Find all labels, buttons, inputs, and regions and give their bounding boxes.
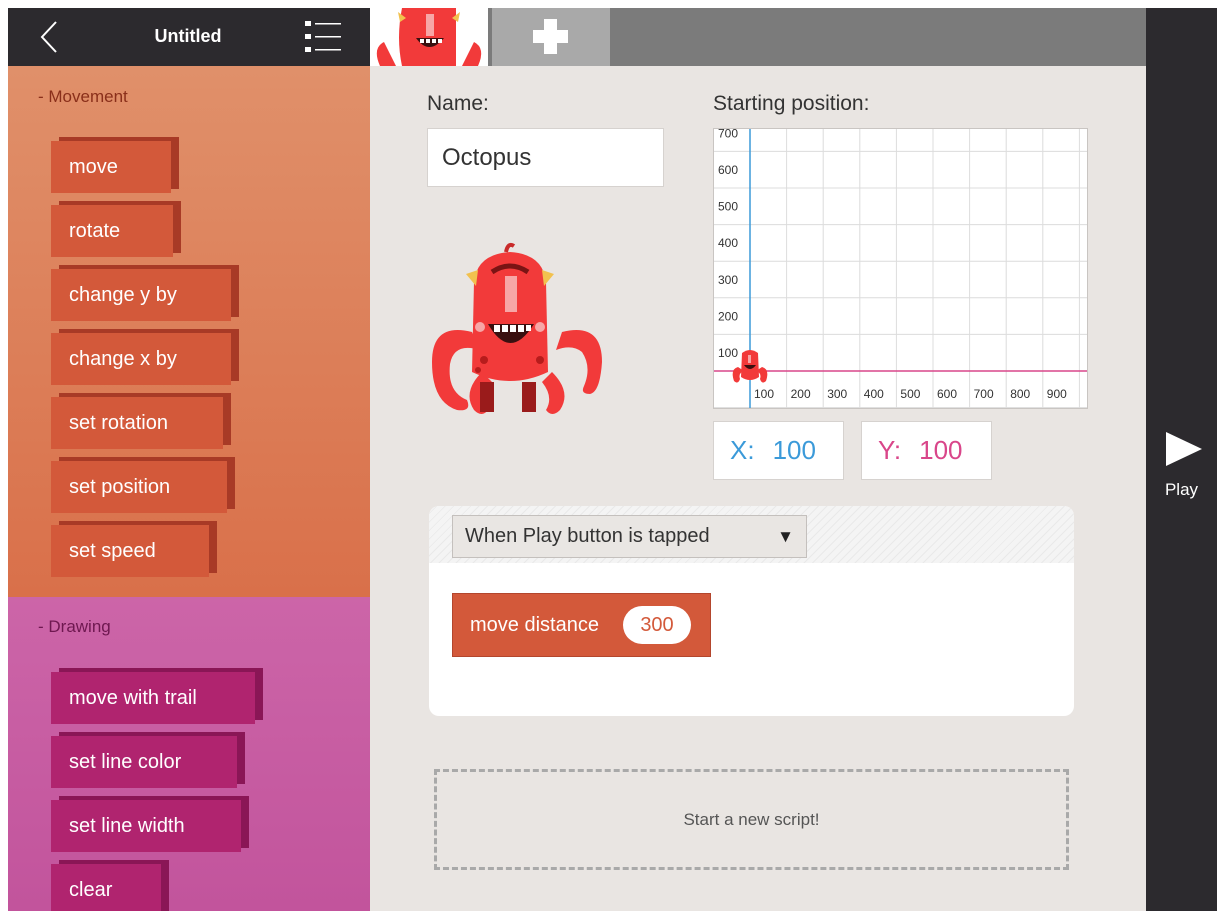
x-label: X: [730,435,755,465]
block-set-line-color[interactable]: set line color [51,736,237,788]
play-label: Play [1164,480,1199,499]
menu-button[interactable] [305,19,343,55]
x-tick-label: 100 [754,387,774,401]
play-button[interactable]: Play [1146,426,1217,506]
block-rotate[interactable]: rotate [51,205,173,257]
movement-section: - Movement move rotate change y by chang… [8,66,370,597]
block-set-speed[interactable]: set speed [51,525,209,577]
drawing-section-title[interactable]: - Drawing [38,617,111,637]
block-palette: - Movement move rotate change y by chang… [8,66,370,911]
y-value: 100 [919,435,963,465]
x-tick-label: 200 [791,387,811,401]
x-tick-label: 300 [827,387,847,401]
block-move-with-trail[interactable]: move with trail [51,672,255,724]
starting-position-grid[interactable]: 700 600 500 400 300 200 100 100 200 300 400 500 600 7… [713,128,1088,409]
movement-section-title[interactable]: - Movement [38,87,128,107]
sprite-preview-image [422,242,612,420]
x-tick-label: 500 [900,387,920,401]
x-coordinate-field[interactable]: X: 100 [713,421,844,480]
block-change-x-by[interactable]: change x by [51,333,231,385]
script-header: When Play button is tapped ▼ [429,506,1074,563]
x-value: 100 [772,435,816,465]
move-distance-label: move distance [470,614,599,636]
y-tick-label: 300 [718,273,738,287]
y-tick-label: 100 [718,346,738,360]
block-set-rotation[interactable]: set rotation [51,397,223,449]
block-move[interactable]: move [51,141,171,193]
sprite-tab-strip [370,8,1146,66]
drawing-section: - Drawing move with trail set line color… [8,597,370,911]
y-tick-label: 600 [718,163,738,177]
top-bar: Untitled [8,8,370,66]
plus-icon [533,19,568,54]
move-distance-value[interactable]: 300 [623,606,691,644]
octopus-sprite-image [432,242,602,414]
block-change-y-by[interactable]: change y by [51,269,231,321]
move-distance-block[interactable]: move distance 300 [452,593,711,657]
y-tick-label: 700 [718,129,738,140]
script-panel: When Play button is tapped ▼ move distan… [429,506,1074,716]
list-menu-icon [305,21,341,52]
y-tick-label: 200 [718,309,738,323]
add-sprite-tab[interactable] [492,8,610,66]
new-script-dropzone[interactable]: Start a new script! [434,769,1069,870]
sprite-name-field[interactable] [427,128,664,187]
dropdown-arrow-icon: ▼ [777,527,794,546]
starting-position-label: Starting position: [713,92,870,115]
back-button[interactable] [36,20,66,54]
play-rail: Play [1146,8,1217,911]
block-clear[interactable]: clear [51,864,161,911]
y-tick-label: 400 [718,236,738,250]
x-tick-label: 700 [974,387,994,401]
block-set-line-width[interactable]: set line width [51,800,241,852]
name-label: Name: [427,92,489,115]
y-coordinate-field[interactable]: Y: 100 [861,421,992,480]
y-label: Y: [878,435,902,465]
y-tick-label: 500 [718,200,738,214]
trigger-dropdown[interactable]: When Play button is tapped ▼ [452,515,807,558]
play-triangle-icon [1166,432,1202,466]
position-grid-canvas: 700 600 500 400 300 200 100 100 200 300 400 500 600 7… [714,129,1087,408]
x-tick-label: 900 [1047,387,1067,401]
octopus-sprite-thumbnail [376,8,482,66]
x-tick-label: 800 [1010,387,1030,401]
block-set-position[interactable]: set position [51,461,227,513]
sprite-editor: Name: Starting position: [370,66,1146,911]
trigger-label: When Play button is tapped [465,525,710,547]
document-title: Untitled [154,26,222,46]
chevron-left-icon [40,21,57,53]
x-tick-label: 600 [937,387,957,401]
sprite-tab-octopus[interactable] [370,8,488,66]
x-tick-label: 400 [864,387,884,401]
